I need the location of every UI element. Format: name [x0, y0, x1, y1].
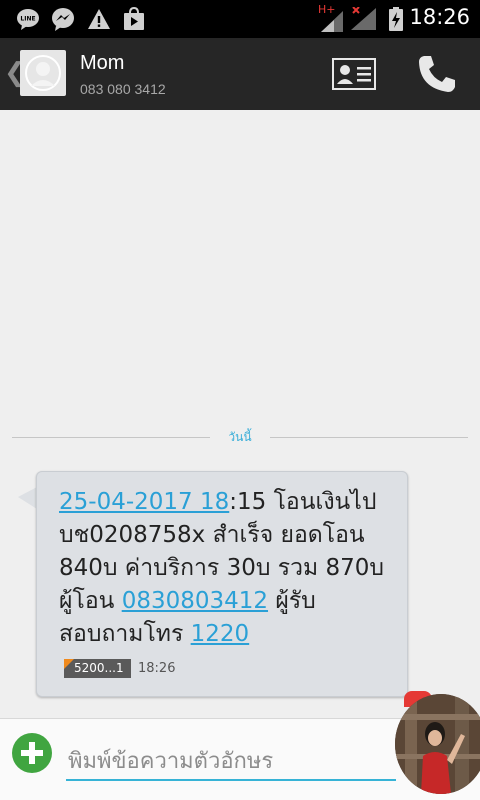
input-underline	[66, 779, 396, 781]
sim-label: 5200...1	[74, 661, 124, 675]
phone-icon[interactable]	[416, 54, 458, 94]
sim-badge: 5200...1	[64, 659, 131, 678]
signal-icon	[351, 7, 376, 30]
hotline-link[interactable]: 1220	[191, 621, 250, 647]
message-bubble[interactable]: 25-04-2017 18:15 โอนเงินไป บช0208758x สำ…	[36, 471, 408, 697]
line-app-icon: LINE	[17, 9, 39, 30]
message-input[interactable]	[68, 741, 396, 781]
svg-text:LINE: LINE	[20, 16, 35, 23]
date-separator: วันนี้	[12, 428, 468, 448]
message-text: 25-04-2017 18:15 โอนเงินไป บช0208758x สำ…	[59, 486, 404, 651]
date-separator-label: วันนี้	[228, 430, 252, 444]
sim-corner-marker	[64, 659, 74, 669]
chat-head-photo	[395, 694, 480, 794]
status-time: 18:26	[409, 5, 470, 29]
avatar[interactable]	[20, 50, 66, 96]
signal-icon	[321, 11, 343, 32]
conversation-header: ❮ Mom 083 080 3412	[0, 38, 480, 110]
messenger-icon	[52, 8, 74, 31]
message-time: 18:26	[138, 661, 176, 676]
chat-head-avatar[interactable]	[395, 694, 480, 794]
status-bar: LINE H+ 18:26	[0, 0, 480, 38]
conversation-area[interactable]: วันนี้ 25-04-2017 18:15 โอนเงินไป บช0208…	[0, 110, 480, 718]
default-avatar-icon	[25, 55, 61, 91]
add-attachment-button[interactable]	[12, 733, 52, 773]
contact-number: 083 080 3412	[80, 81, 166, 97]
contact-name: Mom	[80, 52, 125, 74]
battery-charging-icon	[389, 7, 403, 31]
phone-number-link[interactable]: 0830803412	[122, 588, 268, 614]
contact-card-icon[interactable]	[332, 58, 376, 90]
warning-icon	[88, 9, 110, 29]
date-link[interactable]: 25-04-2017 18	[59, 489, 229, 515]
store-icon	[124, 7, 144, 30]
bubble-tail	[18, 487, 37, 509]
